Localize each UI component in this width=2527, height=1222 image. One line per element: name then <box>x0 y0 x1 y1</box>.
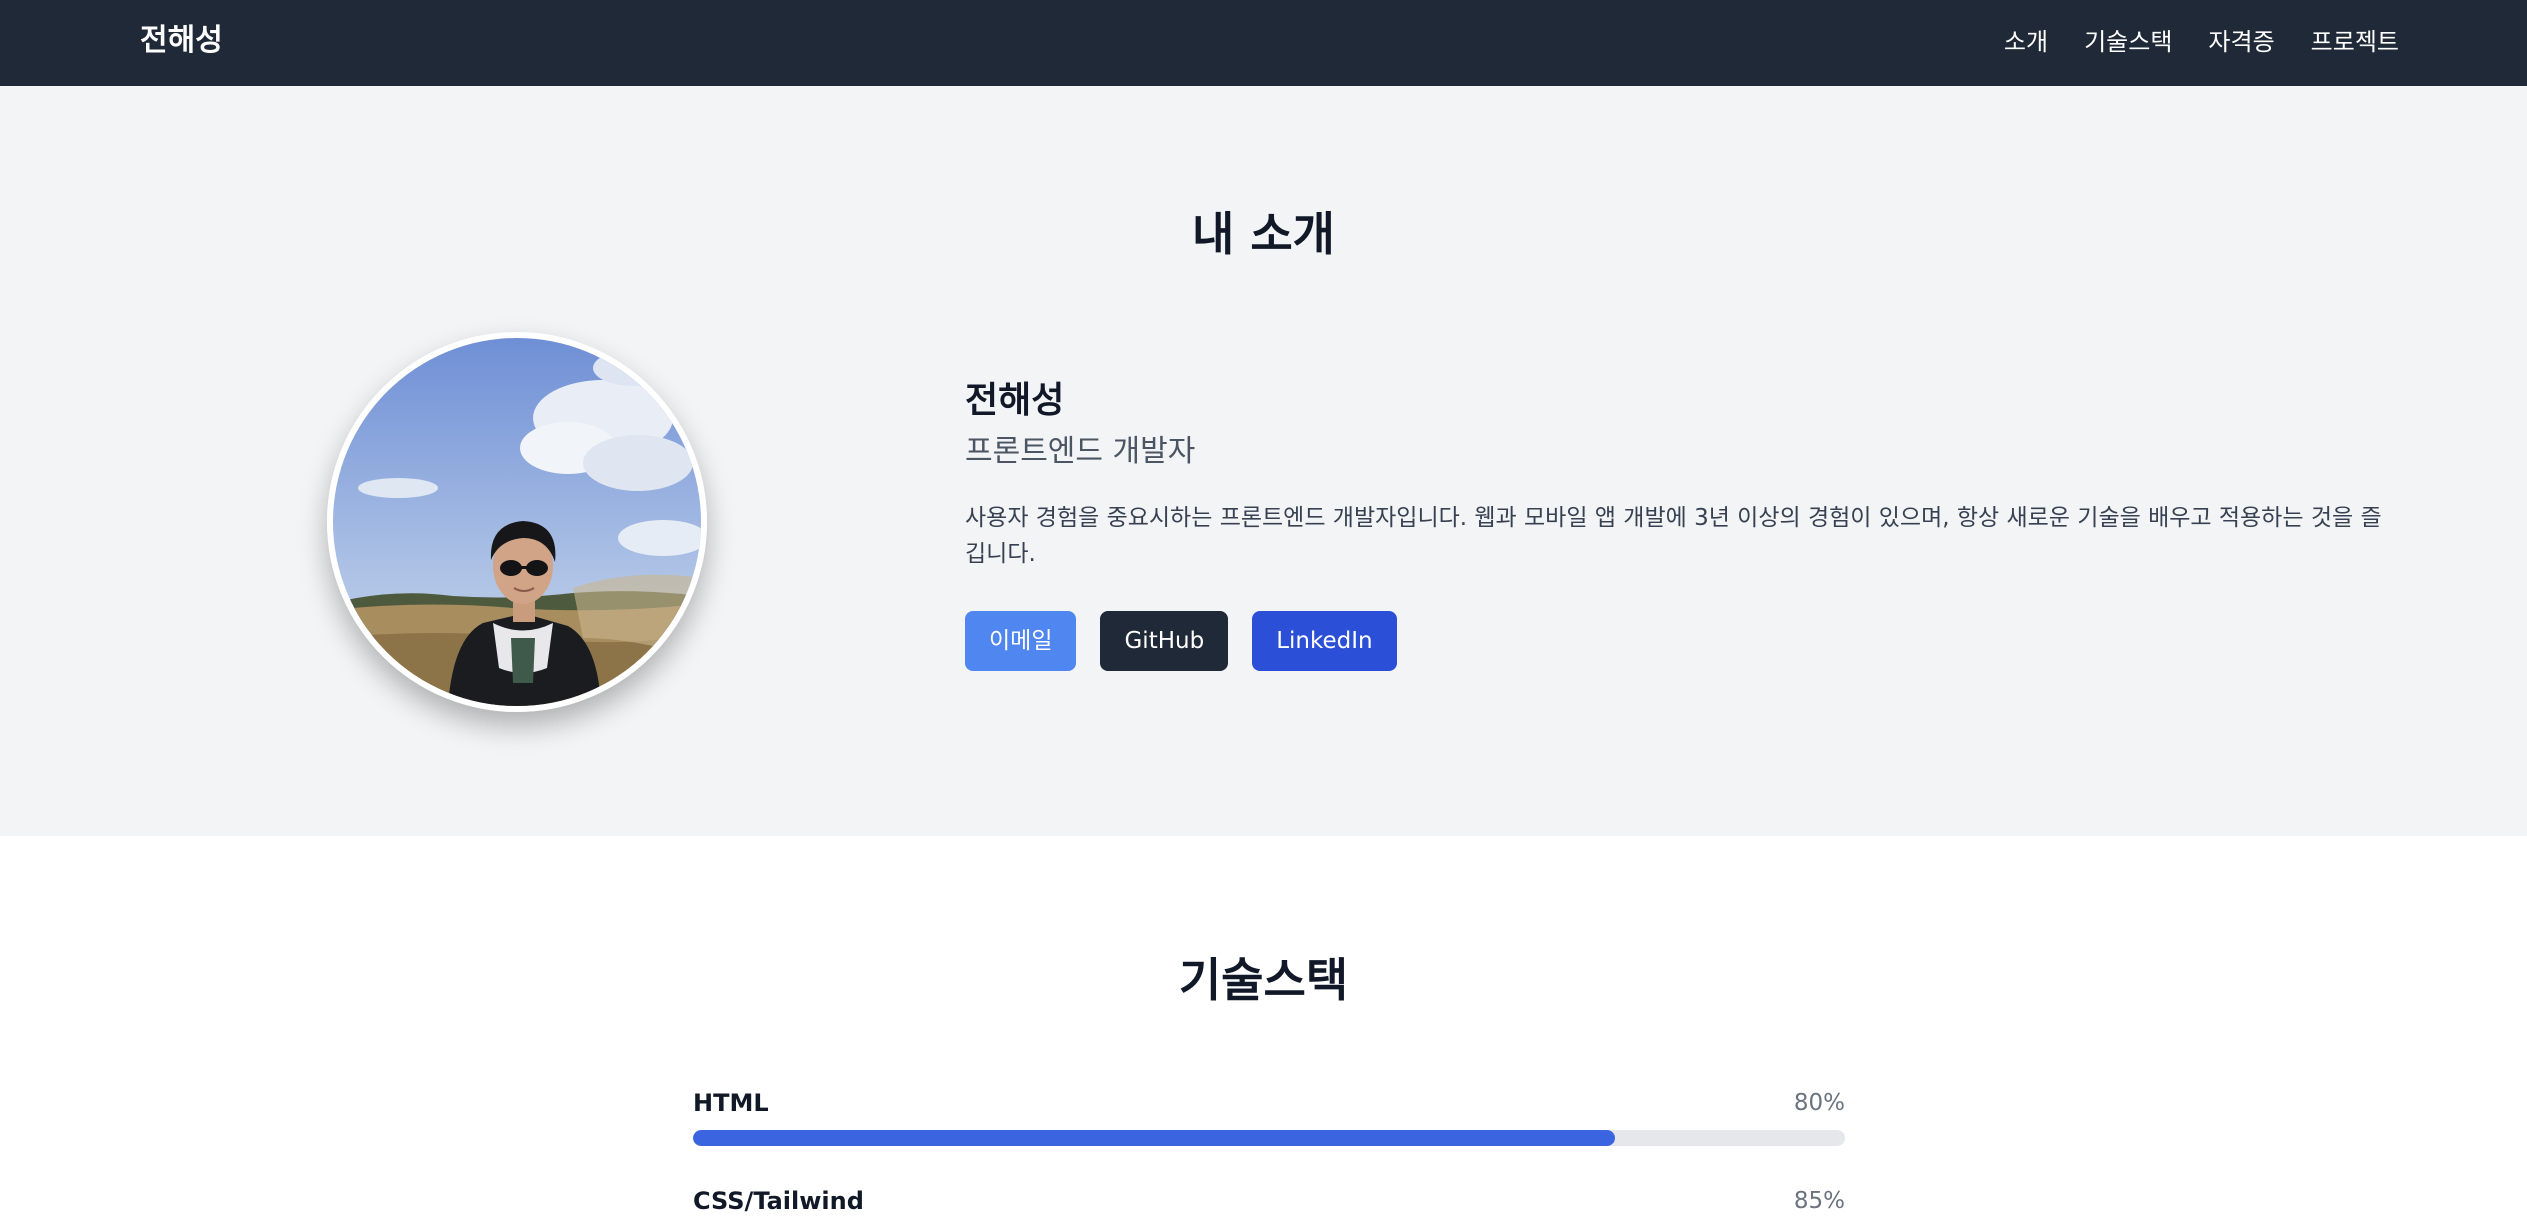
skill-progress-fill <box>693 1130 1615 1146</box>
brand-logo[interactable]: 전해성 <box>140 20 223 62</box>
nav-link-projects[interactable]: 프로젝트 <box>2311 22 2399 62</box>
nav-link-about[interactable]: 소개 <box>2004 22 2048 62</box>
about-section: 내 소개 전해성 프론트엔드 개발자 사용자 경험을 중요시하는 프론트엔드 개… <box>0 86 2527 836</box>
skill-progress-track <box>693 1130 1845 1146</box>
skill-label: HTML <box>693 1089 769 1117</box>
contact-buttons: 이메일 GitHub LinkedIn <box>965 611 1397 671</box>
profile-name: 전해성 <box>965 380 1065 421</box>
skills-title: 기술스택 <box>1178 953 1349 1007</box>
skill-percent: 85% <box>1793 1188 1845 1214</box>
email-button[interactable]: 이메일 <box>965 611 1077 671</box>
github-button[interactable]: GitHub <box>1100 611 1229 671</box>
profile-photo-image <box>333 338 701 706</box>
nav-links: 소개 기술스택 자격증 프로젝트 <box>2004 22 2399 62</box>
profile-bio: 사용자 경험을 중요시하는 프론트엔드 개발자입니다. 웹과 모바일 앱 개발에… <box>965 505 2382 567</box>
profile-role: 프론트엔드 개발자 <box>965 434 1196 469</box>
skill-label: CSS/Tailwind <box>693 1187 864 1215</box>
top-navbar: 전해성 소개 기술스택 자격증 프로젝트 <box>0 0 2527 86</box>
profile-avatar <box>327 332 707 712</box>
skill-percent: 80% <box>1793 1090 1845 1116</box>
about-title: 내 소개 <box>1192 207 1335 261</box>
linkedin-button[interactable]: LinkedIn <box>1252 611 1397 671</box>
nav-link-certificates[interactable]: 자격증 <box>2208 22 2274 62</box>
nav-link-skills[interactable]: 기술스택 <box>2084 22 2172 62</box>
